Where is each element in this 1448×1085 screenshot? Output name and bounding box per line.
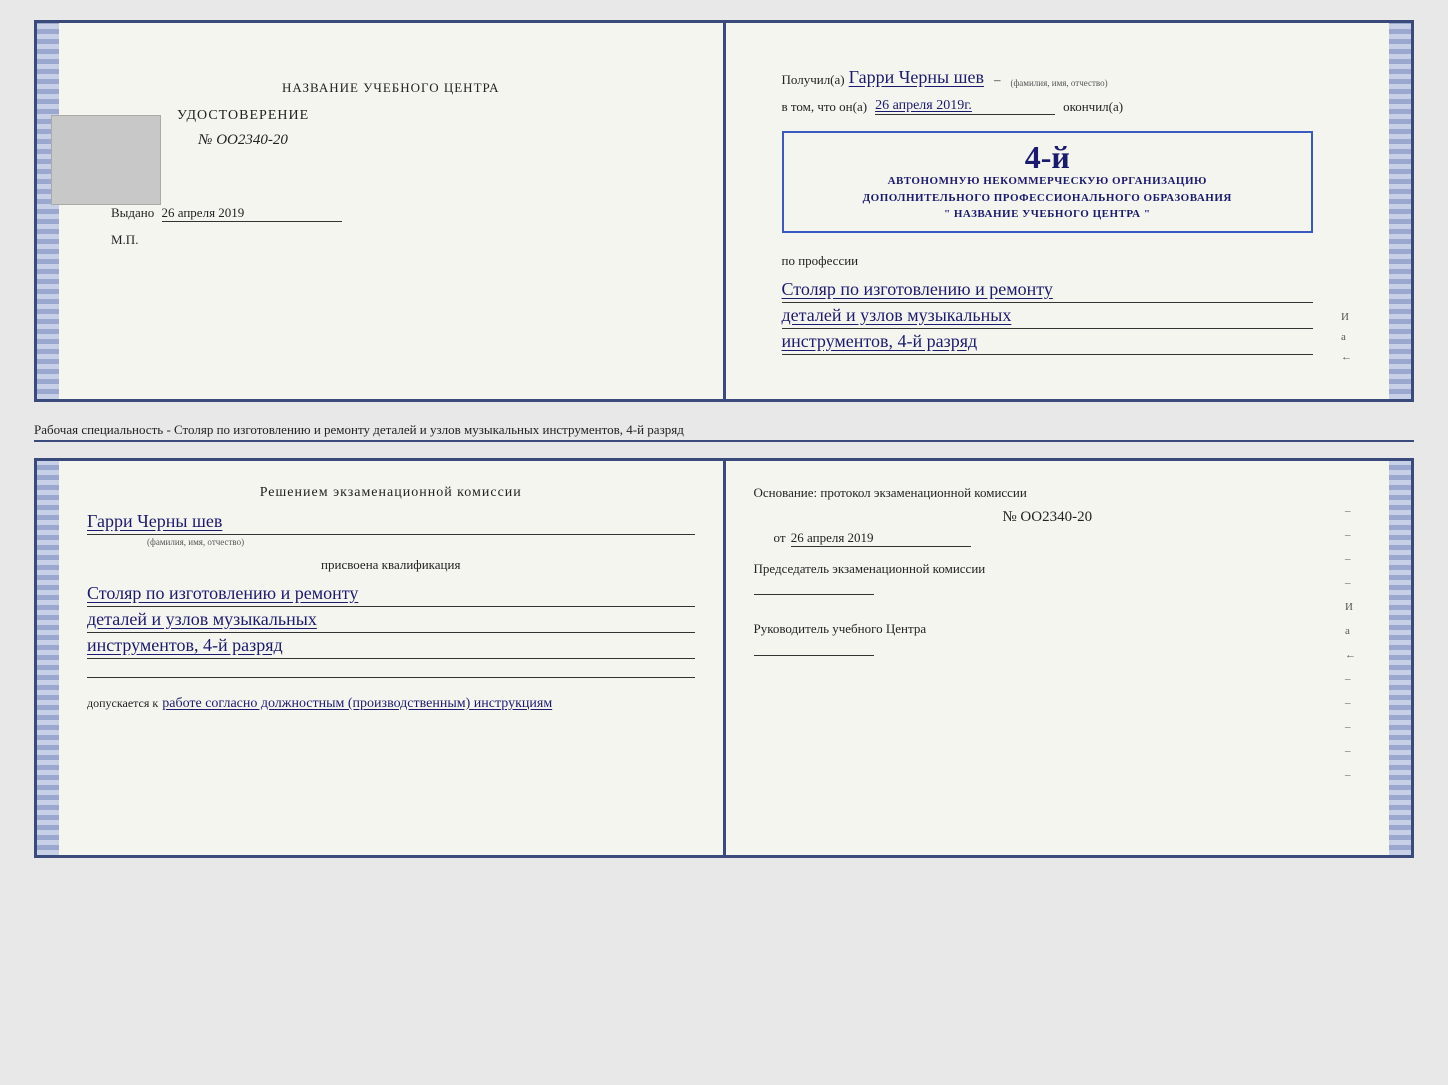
okonchil-label: окончил(а) [1063,99,1123,115]
spine-right-top [1389,23,1411,399]
rukovoditel-block: Руководитель учебного Центра [754,619,1342,656]
dash5: – [1345,673,1357,685]
number-bottom: № OO2340-20 [754,509,1342,526]
top-document: НАЗВАНИЕ УЧЕБНОГО ЦЕНТРА УДОСТОВЕРЕНИЕ №… [34,20,1414,402]
dash6: – [1345,697,1357,709]
side-captions-top: И а ← [1337,51,1357,371]
name-handwritten-bottom: Гарри Черны шев [87,511,695,535]
vtom-date: 26 апреля 2019г. [875,98,1055,115]
bottom-document: Решением экзаменационной комиссии Гарри … [34,458,1414,858]
stamp-year: 4-й [798,141,1298,173]
stamp-line3: " НАЗВАНИЕ УЧЕБНОГО ЦЕНТРА " [798,206,1298,223]
rukovoditel-sig-line [754,655,874,656]
recipient-name-top: Гарри Черны шев [849,67,984,88]
dash2: – [1345,529,1357,541]
bottom-left-page: Решением экзаменационной комиссии Гарри … [59,461,726,855]
side-i-bottom: И [1345,601,1357,613]
poluchil-label: Получил(а) [782,72,845,88]
ot-date-value: 26 апреля 2019 [791,530,971,547]
udostoverenie-title: УДОСТОВЕРЕНИЕ [177,105,309,127]
osnovanie-title: Основание: протокол экзаменационной коми… [754,485,1342,501]
dopuskaetsya-line: допускается к работе согласно должностны… [87,696,695,712]
spine-left [37,23,59,399]
vydano-line: Выдано 26 апреля 2019 [111,205,671,222]
vydano-date: 26 апреля 2019 [162,205,342,222]
ot-label: от [774,530,786,545]
org-name-top: НАЗВАНИЕ УЧЕБНОГО ЦЕНТРА [262,71,519,105]
profession-line1-top: Столяр по изготовлению и ремонту [782,279,1314,303]
udostoverenie-section: УДОСТОВЕРЕНИЕ № OO2340-20 [177,105,309,151]
spine-left-bottom [37,461,59,855]
stamp-line1: АВТОНОМНУЮ НЕКОММЕРЧЕСКУЮ ОРГАНИЗАЦИЮ [798,173,1298,190]
dash8: – [1345,745,1357,757]
qual-line3: инструментов, 4-й разряд [87,635,695,659]
udostoverenie-number: № OO2340-20 [177,128,309,152]
dash7: – [1345,721,1357,733]
side-a-bottom: а [1345,625,1357,637]
dopuskaetsya-value: работе согласно должностным (производств… [162,696,552,712]
side-arrow-bottom: ← [1345,649,1357,661]
right-page-content: Получил(а) Гарри Черны шев – (фамилия, и… [758,51,1338,371]
side-captions-bottom: – – – – И а ← – – – – – [1341,485,1361,831]
dash4: – [1345,577,1357,589]
prisvoena-text: присвоена квалификация [87,557,695,573]
stamp-line2: ДОПОЛНИТЕЛЬНОГО ПРОФЕССИОНАЛЬНОГО ОБРАЗО… [798,190,1298,207]
stamp-box: 4-й АВТОНОМНУЮ НЕКОММЕРЧЕСКУЮ ОРГАНИЗАЦИ… [782,131,1314,233]
profession-line3-top: инструментов, 4-й разряд [782,331,1314,355]
name-block-bottom: Гарри Черны шев (фамилия, имя, отчество) [87,511,695,547]
document-container: НАЗВАНИЕ УЧЕБНОГО ЦЕНТРА УДОСТОВЕРЕНИЕ №… [34,20,1414,858]
dash9: – [1345,769,1357,781]
side-i-top: И [1341,311,1353,323]
qual-line2: деталей и узлов музыкальных [87,609,695,633]
vtom-label: в том, что он(а) [782,99,868,115]
profession-line2-top: деталей и узлов музыкальных [782,305,1314,329]
rukovoditel-label: Руководитель учебного Центра [754,621,927,636]
mp-line: М.П. [111,232,671,248]
predsedatel-block: Председатель экзаменационной комиссии [754,559,1342,596]
bottom-right-page: Основание: протокол экзаменационной коми… [726,461,1390,855]
vtom-chto-line: в том, что он(а) 26 апреля 2019г. окончи… [782,98,1314,115]
vydano-label: Выдано [111,205,154,220]
poluchil-line: Получил(а) Гарри Черны шев – (фамилия, и… [782,67,1314,88]
profession-lines-top: Столяр по изготовлению и ремонту деталей… [782,279,1314,355]
predsedatel-sig-line [754,594,874,595]
predsedatel-label: Председатель экзаменационной комиссии [754,561,986,576]
bottom-right-content: Основание: протокол экзаменационной коми… [754,485,1342,831]
top-right-page: Получил(а) Гарри Черны шев – (фамилия, и… [726,23,1390,399]
fio-hint-top: (фамилия, имя, отчество) [1010,78,1107,88]
qual-line1: Столяр по изготовлению и ремонту [87,583,695,607]
spine-right-bottom [1389,461,1411,855]
side-arrow-top: ← [1341,351,1353,363]
dash3: – [1345,553,1357,565]
side-a-top: а [1341,331,1353,343]
top-left-page: НАЗВАНИЕ УЧЕБНОГО ЦЕНТРА УДОСТОВЕРЕНИЕ №… [59,23,726,399]
resheniem-title: Решением экзаменационной комиссии [87,485,695,501]
dash1: – [1345,505,1357,517]
profession-lines-bottom: Столяр по изготовлению и ремонту деталей… [87,583,695,659]
photo-placeholder [51,115,161,205]
middle-caption: Рабочая специальность - Столяр по изгото… [34,418,1414,442]
ot-date: от 26 апреля 2019 [754,530,1342,547]
fio-hint-bottom: (фамилия, имя, отчество) [87,537,695,547]
po-professii-label: по профессии [782,253,1314,269]
dopuskaetsya-label: допускается к [87,696,158,711]
